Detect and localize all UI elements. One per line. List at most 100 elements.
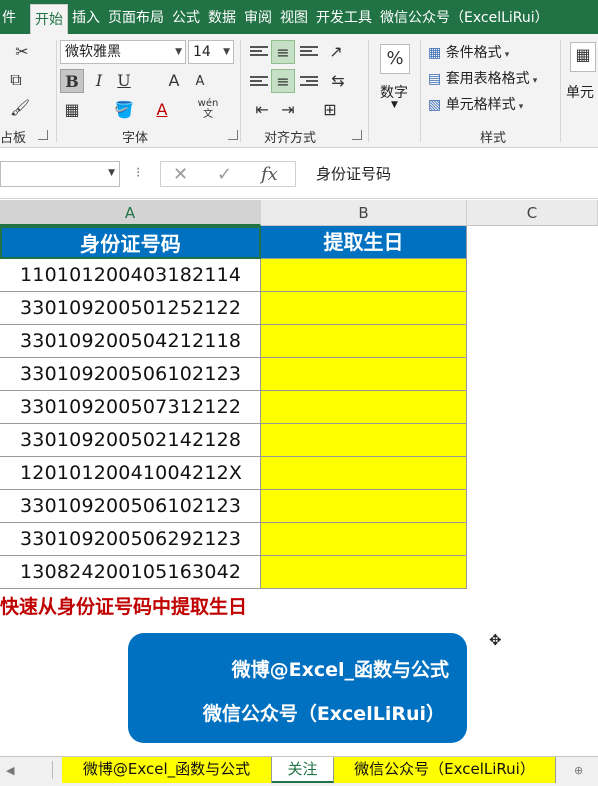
table-row[interactable]: 330109200506102123 [0, 358, 261, 391]
name-box[interactable]: ▼ [0, 161, 120, 187]
tab-view[interactable]: 视图 [276, 0, 312, 34]
header-cell-birthday[interactable]: 提取生日 [261, 226, 467, 259]
font-name-combo[interactable]: 微软雅黑 ▼ [60, 40, 186, 64]
align-left-icon[interactable] [250, 76, 268, 90]
birthday-cell[interactable] [261, 358, 467, 391]
alignment-launcher-icon[interactable] [352, 130, 362, 140]
tab-file[interactable]: 件 [0, 0, 30, 34]
more-icon: ⁝ [136, 165, 141, 181]
ribbon-tab-bar: 件 开始 插入 页面布局 公式 数据 审阅 视图 开发工具 微信公众号（Exce… [0, 0, 598, 34]
tab-review[interactable]: 审阅 [240, 0, 276, 34]
column-header-c[interactable]: C [467, 200, 598, 226]
sheet-tab-bar: ◀ 微博@Excel_函数与公式 关注 微信公众号（ExcelLiRui） ⊕ [0, 756, 598, 786]
tab-formulas[interactable]: 公式 [168, 0, 204, 34]
table-row[interactable]: 130824200105163042 [0, 556, 261, 589]
column-header-b[interactable]: B [261, 200, 467, 226]
align-middle-icon[interactable]: ≡ [271, 40, 295, 64]
grow-font-button[interactable]: A [162, 69, 186, 93]
font-color-icon[interactable]: A [150, 98, 174, 122]
table-icon: ▤ [428, 71, 442, 87]
table-row[interactable]: 110101200403182114 [0, 259, 261, 292]
tab-data[interactable]: 数据 [204, 0, 240, 34]
copy-icon[interactable]: ⧉ [4, 68, 28, 92]
borders-icon[interactable]: ▦ [60, 98, 84, 122]
conditional-format-button[interactable]: ▦ 条件格式 ▾ [428, 42, 509, 62]
italic-button[interactable]: I [87, 69, 111, 93]
chevron-down-icon: ▼ [223, 47, 230, 57]
table-row[interactable]: 330109200502142128 [0, 424, 261, 457]
align-center-icon[interactable]: ≡ [271, 69, 295, 93]
table-row[interactable]: 330109200506102123 [0, 490, 261, 523]
birthday-cell[interactable] [261, 391, 467, 424]
clipboard-launcher-icon[interactable] [38, 130, 48, 140]
font-launcher-icon[interactable] [228, 130, 238, 140]
tab-home[interactable]: 开始 [30, 4, 68, 34]
chevron-down-icon: ▼ [391, 100, 398, 110]
conditional-format-icon: ▦ [428, 45, 442, 61]
increase-indent-icon[interactable]: ⇥ [276, 98, 300, 122]
birthday-cell[interactable] [261, 259, 467, 292]
formula-buttons: ✕ ✓ fx [160, 161, 296, 187]
shrink-font-button[interactable]: A [188, 70, 212, 94]
group-divider [420, 40, 421, 142]
table-row[interactable]: 330109200507312122 [0, 391, 261, 424]
number-format-label[interactable]: 数字 [380, 82, 408, 102]
table-row[interactable]: 12010120041004212X [0, 457, 261, 490]
tab-wechat[interactable]: 微信公众号（ExcelLiRui） [376, 0, 553, 34]
birthday-cell[interactable] [261, 490, 467, 523]
align-right-icon[interactable] [300, 76, 318, 90]
enter-icon[interactable]: ✓ [217, 164, 232, 185]
phonetic-icon[interactable]: wén 文 [196, 98, 220, 122]
merge-center-icon[interactable]: ⊞ [318, 98, 342, 122]
table-row[interactable]: 330109200501252122 [0, 292, 261, 325]
align-bottom-icon[interactable] [300, 46, 318, 60]
font-name-value: 微软雅黑 [65, 44, 121, 60]
align-top-icon[interactable] [250, 46, 268, 60]
birthday-cell[interactable] [261, 457, 467, 490]
formula-bar: ▼ ⁝ ✕ ✓ fx 身份证号码 [0, 149, 598, 199]
font-size-combo[interactable]: 14 ▼ [188, 40, 234, 64]
table-row[interactable]: 330109200506292123 [0, 523, 261, 556]
insert-cells-icon[interactable]: ▦ [570, 42, 596, 72]
tab-divider [52, 761, 53, 779]
sheet-nav-icon[interactable]: ◀ [6, 764, 14, 777]
instruction-note: 快速从身份证号码中提取生日 [0, 596, 248, 618]
styles-group-label: 样式 [480, 131, 507, 146]
birthday-cell[interactable] [261, 292, 467, 325]
cells-label[interactable]: 单元 [566, 82, 594, 102]
orientation-icon[interactable]: ↗ [324, 40, 348, 64]
insert-function-icon[interactable]: fx [261, 164, 278, 185]
format-as-table-button[interactable]: ▤ 套用表格格式 ▾ [428, 68, 537, 88]
promo-weibo: 微博@Excel_函数与公式 [231, 659, 449, 681]
cancel-icon[interactable]: ✕ [173, 164, 188, 185]
cut-icon[interactable]: ✂ [10, 40, 34, 64]
birthday-cell[interactable] [261, 325, 467, 358]
sheet-scroll-icon[interactable]: ⊕ [574, 764, 583, 777]
format-painter-icon[interactable]: 🖌 [8, 96, 32, 120]
group-divider [368, 40, 369, 142]
decrease-indent-icon[interactable]: ⇤ [250, 98, 274, 122]
chevron-down-icon: ▼ [108, 168, 115, 178]
table-row[interactable]: 330109200504212118 [0, 325, 261, 358]
font-group-label: 字体 [122, 131, 149, 146]
birthday-cell[interactable] [261, 556, 467, 589]
birthday-cell[interactable] [261, 523, 467, 556]
tab-page-layout[interactable]: 页面布局 [104, 0, 168, 34]
cell-cursor-icon: ✥ [489, 631, 502, 649]
cell-styles-button[interactable]: ▧ 单元格样式 ▾ [428, 94, 523, 114]
bold-button[interactable]: B [60, 69, 84, 93]
fill-color-icon[interactable]: 🪣 [112, 98, 136, 122]
tab-insert[interactable]: 插入 [68, 0, 104, 34]
promo-box: 微博@Excel_函数与公式 微信公众号（ExcelLiRui） [128, 633, 467, 743]
sheet-tab-follow[interactable]: 关注 [272, 757, 334, 783]
birthday-cell[interactable] [261, 424, 467, 457]
header-cell-id[interactable]: 身份证号码 [0, 226, 261, 259]
underline-button[interactable]: U [112, 69, 136, 93]
column-header-a[interactable]: A [0, 200, 261, 226]
sheet-tab-weibo[interactable]: 微博@Excel_函数与公式 [62, 757, 272, 783]
sheet-tab-wechat[interactable]: 微信公众号（ExcelLiRui） [334, 757, 556, 783]
tab-developer[interactable]: 开发工具 [312, 0, 376, 34]
wrap-text-icon[interactable]: ⇆ [326, 69, 350, 93]
formula-input[interactable]: 身份证号码 [300, 161, 598, 187]
percent-style-button[interactable]: % [380, 44, 410, 74]
